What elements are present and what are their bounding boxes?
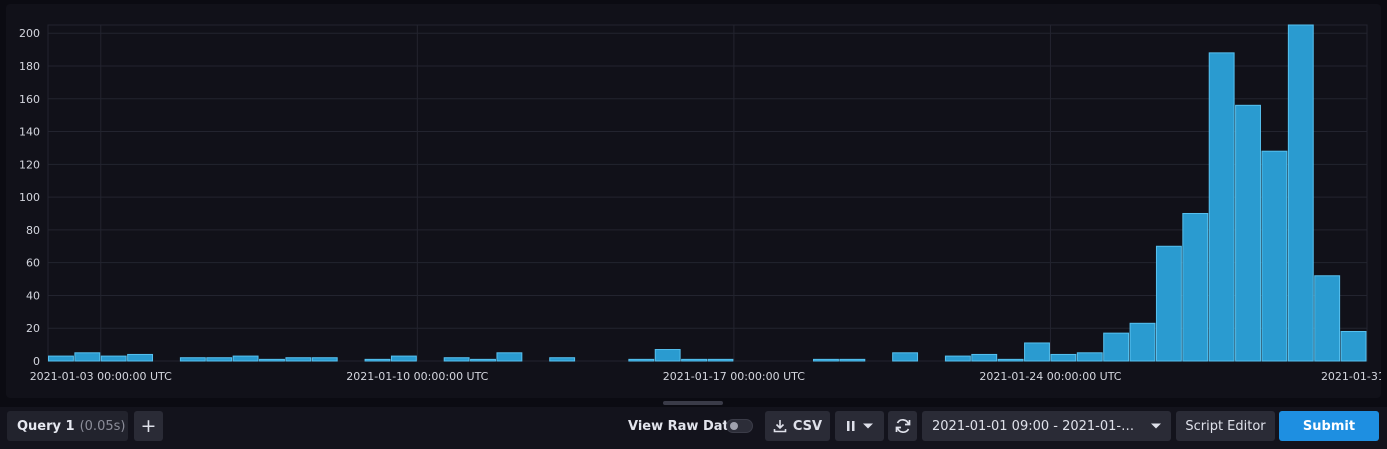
histogram-bar xyxy=(839,358,866,362)
x-tick-label: 2021-01-17 00:00:00 UTC xyxy=(663,370,805,383)
x-tick-label: 2021-01-03 00:00:00 UTC xyxy=(30,370,172,383)
pause-icon xyxy=(846,421,854,431)
histogram-bar xyxy=(179,357,206,362)
y-tick-label: 20 xyxy=(26,322,40,335)
time-range-dropdown[interactable]: 2021-01-01 09:00 - 2021-01-31 09:00 xyxy=(922,411,1171,441)
histogram-bar xyxy=(232,355,259,362)
histogram-bar xyxy=(681,358,707,362)
y-tick-label: 80 xyxy=(26,224,40,237)
view-raw-data-label: View Raw Data xyxy=(628,419,738,434)
histogram-bar xyxy=(1208,52,1235,362)
add-query-button[interactable]: + xyxy=(134,411,163,441)
histogram-bar xyxy=(1050,353,1077,362)
csv-label: CSV xyxy=(792,418,823,434)
histogram-bar xyxy=(971,353,998,362)
histogram-bar xyxy=(1261,150,1288,362)
histogram-bar xyxy=(259,358,285,362)
histogram-chart: 0 20 40 60 80 100 120 140 160 180 200 2021-01-03 00… xyxy=(19,24,1381,383)
autorefresh-dropdown-button[interactable] xyxy=(835,411,884,441)
histogram-bar xyxy=(443,357,470,362)
view-raw-data-toggle[interactable] xyxy=(726,419,753,433)
histogram-bar xyxy=(100,355,127,362)
csv-download-button[interactable]: CSV xyxy=(765,411,830,441)
histogram-bar xyxy=(813,358,839,362)
submit-button[interactable]: Submit xyxy=(1279,411,1379,441)
download-icon xyxy=(773,420,787,433)
histogram-bar xyxy=(1340,330,1367,362)
caret-down-icon xyxy=(1151,423,1161,429)
y-tick-label: 100 xyxy=(19,191,40,204)
histogram-bar xyxy=(707,358,734,362)
time-range-value: 2021-01-01 09:00 - 2021-01-31 09:00 xyxy=(932,418,1137,434)
y-tick-label: 0 xyxy=(33,355,40,368)
panel-resize-handle[interactable] xyxy=(663,401,723,405)
histogram-bar xyxy=(206,357,233,362)
histogram-bar xyxy=(944,355,971,362)
query-toolbar: Query 1 (0.05s) + View Raw Data CSV 2021… xyxy=(0,407,1387,449)
histogram-bar xyxy=(496,352,523,362)
query-tab[interactable]: Query 1 (0.05s) xyxy=(7,411,128,441)
histogram-bar xyxy=(311,357,338,362)
histogram-bar xyxy=(1076,352,1103,362)
histogram-bar xyxy=(470,358,496,362)
histogram-bar xyxy=(1314,275,1341,362)
x-tick-label: 2021-01-24 00:00:00 UTC xyxy=(979,370,1121,383)
y-tick-label: 160 xyxy=(19,93,40,106)
histogram-bar xyxy=(1103,332,1130,362)
x-tick-label: 2021-01-31 00:0 xyxy=(1321,370,1381,383)
histogram-bar xyxy=(285,357,312,362)
y-tick-label: 120 xyxy=(19,158,40,171)
histogram-bar xyxy=(1182,212,1209,362)
y-tick-label: 140 xyxy=(19,126,40,139)
y-tick-label: 180 xyxy=(19,60,40,73)
plus-icon: + xyxy=(140,415,157,437)
histogram-bar xyxy=(549,357,576,362)
histogram-bar xyxy=(127,353,154,362)
histogram-bar xyxy=(997,358,1024,362)
histogram-bar xyxy=(892,352,919,362)
histogram-bar xyxy=(1155,245,1182,362)
x-tick-label: 2021-01-10 00:00:00 UTC xyxy=(346,370,488,383)
y-tick-label: 200 xyxy=(19,27,40,40)
chart-panel: 0 20 40 60 80 100 120 140 160 180 200 2021-01-03 00… xyxy=(6,4,1381,398)
query-tab-name: Query 1 xyxy=(17,418,75,434)
histogram-bar xyxy=(1129,322,1156,362)
histogram-bar xyxy=(364,358,391,362)
y-tick-label: 60 xyxy=(26,257,40,270)
refresh-button[interactable] xyxy=(888,411,917,441)
caret-down-icon xyxy=(862,423,873,429)
toggle-knob xyxy=(730,422,738,430)
histogram-bar xyxy=(74,352,101,362)
histogram-bar xyxy=(390,355,417,362)
query-tab-duration: (0.05s) xyxy=(79,418,126,434)
y-tick-label: 40 xyxy=(26,289,40,302)
histogram-bar xyxy=(1287,24,1314,362)
histogram-bar xyxy=(628,358,655,362)
histogram-bar xyxy=(654,349,681,362)
histogram-bar xyxy=(1235,104,1261,362)
script-editor-button[interactable]: Script Editor xyxy=(1176,411,1275,441)
histogram-bar xyxy=(1024,342,1050,362)
histogram-bar xyxy=(48,355,74,362)
refresh-icon xyxy=(895,419,910,433)
